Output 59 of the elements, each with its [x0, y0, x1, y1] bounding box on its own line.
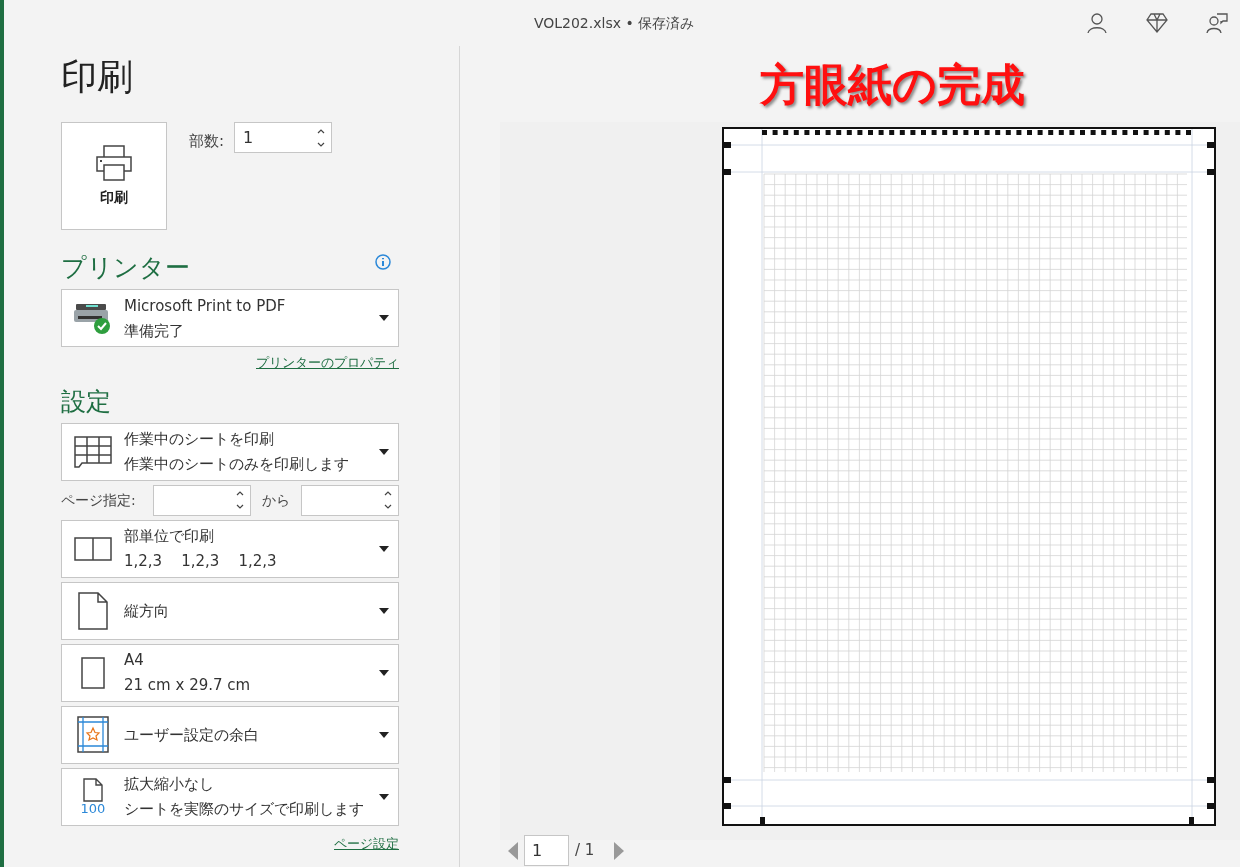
caret-icon [379, 669, 389, 676]
annotation-caption: 方眼紙の完成 [760, 59, 1025, 110]
settings-dropdown[interactable]: A4 21 cm x 29.7 cm [61, 643, 399, 702]
option-title: ユーザー設定の余白 [124, 724, 260, 745]
printer-name: Microsoft Print to PDF [124, 295, 287, 316]
printer-icon [95, 144, 133, 181]
section-heading: プリンター [61, 252, 190, 284]
option-title: 縦方向 [124, 600, 170, 621]
option-description: 1,2,3 1,2,3 1,2,3 [124, 551, 278, 571]
settings-dropdown[interactable]: 縦方向 [61, 581, 399, 640]
spinner-arrows-icon[interactable] [384, 489, 392, 511]
page-number-field[interactable]: 1 [524, 835, 569, 866]
caret-icon [379, 793, 389, 800]
printer-status: 準備完了 [124, 320, 185, 341]
caret-icon [379, 607, 389, 614]
person-icon[interactable] [1086, 12, 1108, 34]
option-description: シートを実際のサイズで印刷します [124, 799, 365, 819]
number-field[interactable]: 1 [234, 122, 333, 153]
option-description: 21 cm x 29.7 cm [124, 675, 252, 695]
option-description: 作業中のシートのみを印刷します [124, 454, 350, 474]
total-pages: / 1 [575, 840, 595, 862]
next-page-icon[interactable] [614, 841, 625, 860]
option-title: 作業中のシートを印刷 [124, 429, 275, 449]
person-comment-icon[interactable] [1206, 12, 1228, 34]
number-field[interactable] [153, 484, 251, 516]
settings-dropdown[interactable]: Microsoft Print to PDF 準備完了 [61, 289, 399, 347]
settings-dropdown[interactable]: 作業中のシートを印刷 作業中のシートのみを印刷します [61, 422, 399, 481]
margins-star-icon [77, 716, 109, 753]
printer-ready-icon [73, 301, 113, 335]
document-title: VOL202.xlsx • 保存済み [533, 13, 695, 33]
range-to-label: から [261, 490, 291, 510]
section-heading: 設定 [61, 385, 112, 418]
page-icon [83, 778, 103, 802]
caret-icon [379, 315, 389, 321]
settings-dropdown[interactable]: 部単位で印刷 1,2,3 1,2,3 1,2,3 [61, 519, 399, 578]
print-button[interactable]: 印刷 [61, 122, 167, 230]
caret-icon [379, 448, 389, 455]
spinner-arrows-icon[interactable] [236, 489, 244, 511]
table-grid-icon [74, 435, 112, 468]
printer-properties-link[interactable]: プリンターのプロパティ [256, 353, 399, 373]
page-heading: 印刷 [61, 55, 134, 99]
page-icon [78, 591, 108, 630]
caret-icon [379, 731, 389, 738]
previous-page-icon[interactable] [508, 841, 518, 860]
page-setup-link[interactable]: ページ設定 [334, 833, 399, 853]
settings-dropdown[interactable]: ユーザー設定の余白 [61, 705, 399, 764]
two-pages-icon [74, 536, 112, 561]
settings-dropdown[interactable]: 100 拡大縮小なし シートを実際のサイズで印刷します [61, 767, 399, 826]
option-title: 拡大縮小なし [124, 774, 215, 794]
option-title: 部単位で印刷 [124, 526, 215, 546]
copies-label: 部数: [189, 131, 225, 152]
caret-icon [379, 545, 389, 552]
paper-icon [81, 656, 105, 689]
info-icon[interactable] [375, 254, 391, 270]
option-title: A4 [124, 650, 145, 670]
page-range-label: ページ指定: [61, 490, 137, 510]
number-field[interactable] [301, 484, 399, 516]
diamond-icon[interactable] [1146, 13, 1168, 33]
scale-label: 100 [80, 802, 106, 815]
